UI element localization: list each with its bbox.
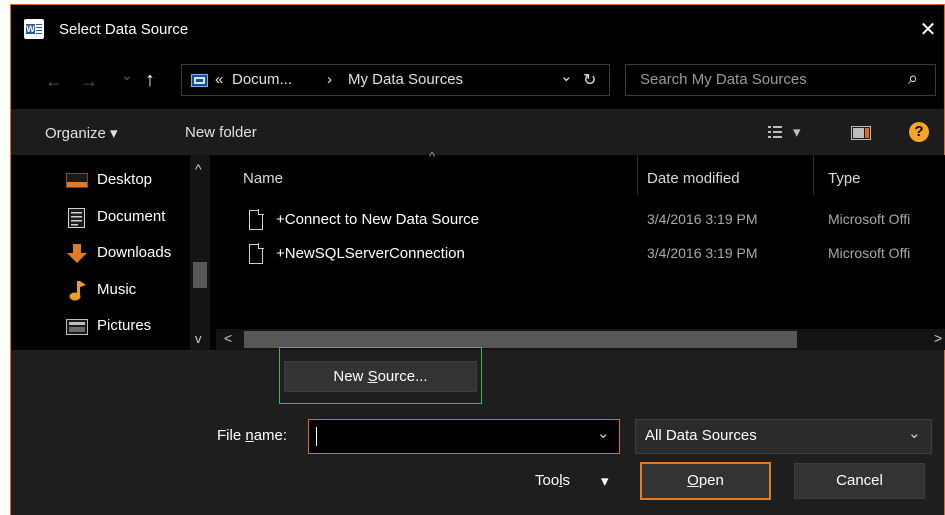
address-dropdown-chevron-icon[interactable]: ⌄ — [560, 67, 573, 85]
file-type-select[interactable]: All Data Sources ⌄ — [635, 419, 932, 454]
file-name-label: File name: — [217, 427, 287, 444]
table-row[interactable]: +Connect to New Data Source 3/4/2016 3:1… — [216, 208, 945, 232]
view-options-icon[interactable] — [768, 125, 786, 139]
organize-caret-icon: ▾ — [110, 125, 118, 142]
breadcrumb-documents[interactable]: Docum... — [232, 71, 292, 88]
organize-button[interactable]: Organize ▾ — [45, 124, 118, 142]
scroll-right-icon[interactable]: > — [934, 330, 942, 346]
refresh-icon[interactable]: ↻ — [583, 70, 596, 90]
file-icon — [249, 243, 264, 264]
search-input[interactable]: Search My Data Sources — [640, 71, 807, 88]
breadcrumb-overflow[interactable]: « — [215, 71, 223, 88]
preview-pane-icon[interactable] — [851, 126, 871, 140]
downloads-icon — [67, 244, 87, 263]
breadcrumb-separator: › — [327, 71, 332, 88]
new-source-button[interactable]: New Source... — [284, 361, 477, 392]
new-source-label-part: New — [333, 368, 368, 385]
open-accelerator: O — [687, 472, 699, 489]
title-bar: W Select Data Source ✕ — [11, 5, 944, 57]
scroll-up-icon[interactable]: ^ — [195, 161, 202, 177]
new-source-label-part: ource... — [377, 368, 428, 385]
file-name: +NewSQLServerConnection — [276, 245, 465, 262]
back-arrow-icon[interactable]: ← — [45, 71, 63, 92]
sidebar-item-label: Pictures — [97, 317, 152, 334]
up-arrow-icon[interactable]: ↑ — [145, 69, 155, 92]
documents-icon — [68, 208, 85, 228]
tools-label-part: Too — [535, 472, 560, 489]
pictures-icon — [66, 319, 88, 335]
desktop-icon — [66, 173, 88, 188]
file-list: ^ Name Date modified Type +Connect to Ne… — [216, 149, 945, 350]
forward-arrow-icon[interactable]: → — [80, 71, 98, 92]
open-label-part: pen — [698, 472, 724, 489]
open-button[interactable]: Open — [640, 462, 771, 500]
file-icon — [249, 209, 264, 230]
file-type: Microsoft Offi — [828, 245, 911, 261]
column-divider[interactable] — [637, 155, 638, 195]
file-name-label-part: File — [217, 427, 246, 444]
address-bar[interactable]: « Docum... › My Data Sources ⌄ ↻ — [181, 64, 610, 96]
tools-caret-icon: ▾ — [601, 473, 609, 490]
new-source-accelerator: S — [367, 368, 378, 385]
sidebar-item-label: Desktop — [97, 171, 153, 188]
close-icon[interactable]: ✕ — [916, 17, 940, 42]
file-date-modified: 3/4/2016 3:19 PM — [647, 211, 758, 227]
command-toolbar: Organize ▾ New folder ▾ ? — [11, 109, 944, 155]
scroll-left-icon[interactable]: < — [224, 330, 232, 346]
column-divider[interactable] — [813, 155, 814, 195]
navigation-pane-scrollbar[interactable]: ^ v — [190, 155, 210, 350]
music-icon — [69, 281, 86, 301]
breadcrumb-my-data-sources[interactable]: My Data Sources — [348, 71, 463, 88]
scroll-down-icon[interactable]: v — [195, 331, 202, 346]
word-app-icon: W — [24, 19, 44, 39]
help-icon[interactable]: ? — [909, 122, 929, 142]
sidebar-item-label: Downloads — [97, 244, 172, 261]
file-name: +Connect to New Data Source — [276, 211, 480, 228]
data-sources-folder-icon — [191, 74, 208, 87]
sidebar-item-label: Music — [97, 281, 137, 298]
organize-label: Organize — [45, 125, 106, 142]
column-header-date-modified[interactable]: Date modified — [647, 170, 740, 187]
text-caret — [316, 427, 317, 446]
search-icon[interactable]: ⌕ — [908, 68, 918, 89]
sort-ascending-icon: ^ — [429, 149, 436, 164]
file-name-accelerator: n — [245, 427, 254, 444]
view-options-caret-icon[interactable]: ▾ — [793, 123, 801, 141]
search-box[interactable]: Search My Data Sources ⌕ — [625, 64, 936, 96]
file-type: Microsoft Offi — [828, 211, 911, 227]
file-name-dropdown-chevron-icon[interactable]: ⌄ — [597, 424, 610, 442]
file-name-input[interactable]: ⌄ — [308, 419, 620, 454]
column-header-name[interactable]: Name — [243, 170, 283, 187]
file-date-modified: 3/4/2016 3:19 PM — [647, 245, 758, 261]
file-type-value: All Data Sources — [645, 427, 757, 444]
navigation-scroll-thumb[interactable] — [193, 262, 207, 288]
select-data-source-dialog: W Select Data Source ✕ ← → ⌄ ↑ « Docum..… — [10, 4, 945, 515]
file-name-label-part: ame: — [253, 427, 288, 444]
dialog-title: Select Data Source — [59, 21, 189, 38]
table-row[interactable]: +NewSQLServerConnection 3/4/2016 3:19 PM… — [216, 242, 945, 266]
recent-locations-chevron-icon[interactable]: ⌄ — [121, 67, 133, 84]
navigation-pane: Desktop Document Downloads Music Picture… — [11, 155, 216, 350]
new-folder-button[interactable]: New folder — [185, 124, 257, 141]
file-type-chevron-icon[interactable]: ⌄ — [908, 424, 921, 442]
horizontal-scroll-thumb[interactable] — [244, 331, 797, 348]
tools-label-part: s — [562, 472, 571, 489]
cancel-button[interactable]: Cancel — [794, 463, 925, 499]
sidebar-item-label: Document — [97, 208, 166, 225]
column-header-type[interactable]: Type — [828, 170, 861, 187]
dialog-footer: New Source... File name: ⌄ All Data Sour… — [11, 347, 944, 515]
tools-button[interactable]: Tools ▾ — [535, 472, 615, 496]
